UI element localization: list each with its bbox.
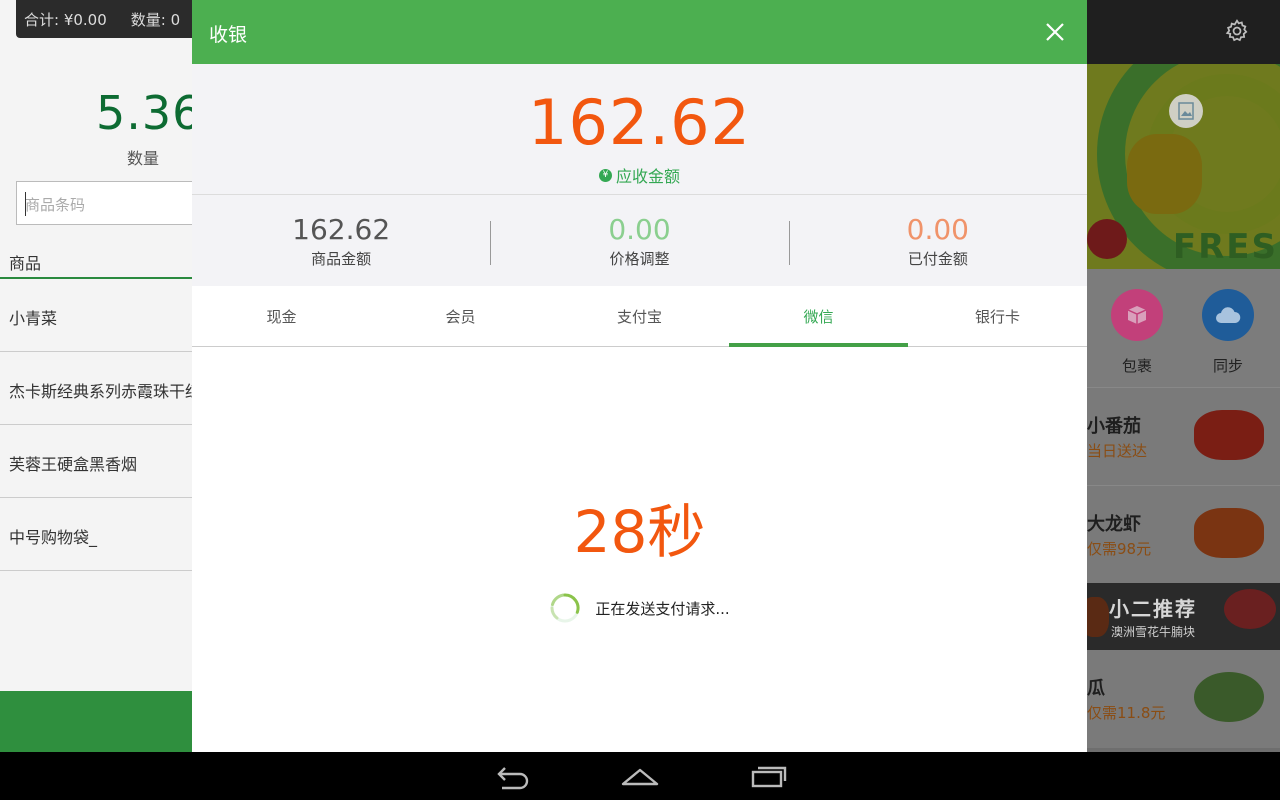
- metric-label: 价格调整: [609, 249, 670, 268]
- package-icon: [1111, 289, 1163, 341]
- cart-total: 合计: ¥0.00: [24, 10, 107, 29]
- tomato-image: [1194, 410, 1264, 460]
- metric-price-adjust[interactable]: 0.00 价格调整: [490, 213, 788, 269]
- home-icon[interactable]: [620, 762, 660, 790]
- store-panel: FRES 包裹 同步 小番茄 当日送达 大龙虾 仅需98元 小二推荐 澳洲雪花牛…: [1087, 0, 1280, 752]
- metric-value: 0.00: [906, 212, 969, 246]
- close-icon[interactable]: [1043, 20, 1067, 44]
- recent-apps-icon[interactable]: [749, 762, 789, 790]
- cart-summary-bar: 合计: ¥0.00 数量: 0: [16, 0, 192, 38]
- sync-button[interactable]: 同步: [1202, 289, 1254, 376]
- berry-image: [1087, 219, 1127, 259]
- watermelon-image: [1194, 672, 1264, 722]
- goods-item[interactable]: 芙蓉王硬盒黑香烟: [0, 425, 192, 498]
- promo-sub: 当日送达: [1087, 442, 1148, 460]
- metric-goods-amount: 162.62 商品金额: [192, 213, 490, 269]
- cart-panel: 合计: ¥0.00 数量: 0 5.36 数量 商品条码 商品 小青菜 杰卡斯经…: [0, 0, 192, 752]
- tab-cash[interactable]: 现金: [192, 286, 371, 346]
- promo-sub: 仅需98元: [1087, 540, 1152, 558]
- checkout-dialog: 收银 162.62 ¥ 应收金额 162.62 商品金额 0.00 价格调整 0…: [192, 0, 1087, 752]
- metric-value: 162.62: [292, 212, 391, 246]
- receivable-label: ¥ 应收金额: [192, 163, 1087, 187]
- quantity-label: 数量: [127, 149, 160, 168]
- tab-wechat[interactable]: 微信: [729, 286, 908, 347]
- recommend-subtitle: 澳洲雪花牛腩块: [1111, 625, 1196, 639]
- barcode-input[interactable]: 商品条码: [16, 181, 192, 225]
- yen-icon: ¥: [598, 168, 612, 182]
- cloud-sync-icon: [1202, 289, 1254, 341]
- payment-tabs: 现金 会员 支付宝 微信 银行卡: [192, 286, 1087, 347]
- metric-value: 0.00: [608, 212, 671, 246]
- quantity-value: 5.36: [96, 86, 192, 140]
- promo-item[interactable]: 大龙虾 仅需98元: [1087, 485, 1280, 583]
- promo-sub: 仅需11.8元: [1087, 704, 1166, 722]
- store-topbar: [1087, 0, 1280, 64]
- goods-item[interactable]: 中号购物袋_: [0, 498, 192, 571]
- amount-summary: 162.62 ¥ 应收金额: [192, 64, 1087, 195]
- promo-name: 瓜: [1087, 678, 1105, 699]
- goods-item[interactable]: 小青菜: [0, 279, 192, 352]
- promo-banner[interactable]: FRES: [1087, 64, 1280, 269]
- checkout-button[interactable]: [0, 691, 192, 752]
- banner-text: FRES: [1172, 227, 1278, 267]
- quick-actions: 包裹 同步: [1087, 269, 1280, 387]
- amount-metrics: 162.62 商品金额 0.00 价格调整 0.00 已付金额: [192, 195, 1087, 286]
- sync-label: 同步: [1212, 357, 1243, 375]
- image-icon: [1169, 94, 1203, 128]
- recommend-banner[interactable]: 小二推荐 澳洲雪花牛腩块: [1087, 583, 1280, 650]
- cart-quantity: 数量: 0: [130, 10, 181, 29]
- receivable-label-text: 应收金额: [615, 167, 680, 186]
- receivable-amount: 162.62: [528, 86, 751, 159]
- payment-countdown: 28秒: [573, 498, 706, 566]
- promo-item[interactable]: 瓜 仅需11.8元: [1087, 650, 1280, 748]
- beef-image: [1224, 589, 1276, 629]
- recommend-title: 小二推荐: [1109, 597, 1197, 621]
- goods-item[interactable]: 杰卡斯经典系列赤霞珠干红: [0, 352, 192, 425]
- loading-spinner-icon: [550, 593, 580, 623]
- payment-status-text: 正在发送支付请求...: [595, 599, 730, 618]
- system-nav-bar: [0, 752, 1280, 800]
- tab-alipay[interactable]: 支付宝: [550, 286, 729, 346]
- promo-item[interactable]: 小番茄 当日送达: [1087, 387, 1280, 485]
- kiwi-image: [1127, 134, 1202, 214]
- dialog-header: 收银: [192, 0, 1087, 64]
- tab-bank-card[interactable]: 银行卡: [908, 286, 1087, 346]
- promo-name: 大龙虾: [1087, 514, 1141, 535]
- gear-icon[interactable]: [1224, 18, 1250, 44]
- goods-header: 商品: [0, 246, 192, 279]
- metric-label: 已付金额: [907, 249, 968, 268]
- back-icon[interactable]: [492, 762, 532, 790]
- dialog-title: 收银: [209, 24, 248, 46]
- package-button[interactable]: 包裹: [1111, 289, 1163, 376]
- lobster-image: [1194, 508, 1264, 558]
- metric-label: 商品金额: [311, 249, 372, 268]
- promo-name: 小番茄: [1087, 416, 1141, 437]
- metric-paid-amount: 0.00 已付金额: [788, 212, 1087, 269]
- package-label: 包裹: [1121, 357, 1152, 375]
- goods-list: 小青菜 杰卡斯经典系列赤霞珠干红 芙蓉王硬盒黑香烟 中号购物袋_: [0, 279, 192, 571]
- payment-status: 正在发送支付请求...: [192, 592, 1087, 624]
- tab-member[interactable]: 会员: [371, 286, 550, 346]
